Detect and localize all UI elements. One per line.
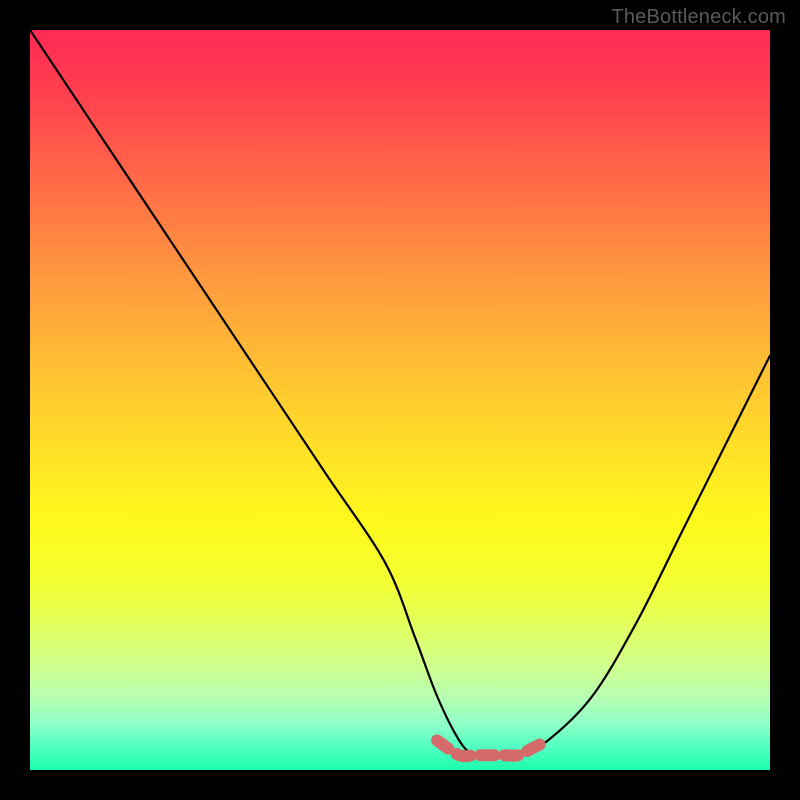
chart-frame: TheBottleneck.com (0, 0, 800, 800)
highlighted-segment (437, 740, 548, 756)
bottleneck-curve (30, 30, 770, 756)
curve-layer (30, 30, 770, 770)
plot-area (30, 30, 770, 770)
watermark-text: TheBottleneck.com (611, 6, 786, 29)
